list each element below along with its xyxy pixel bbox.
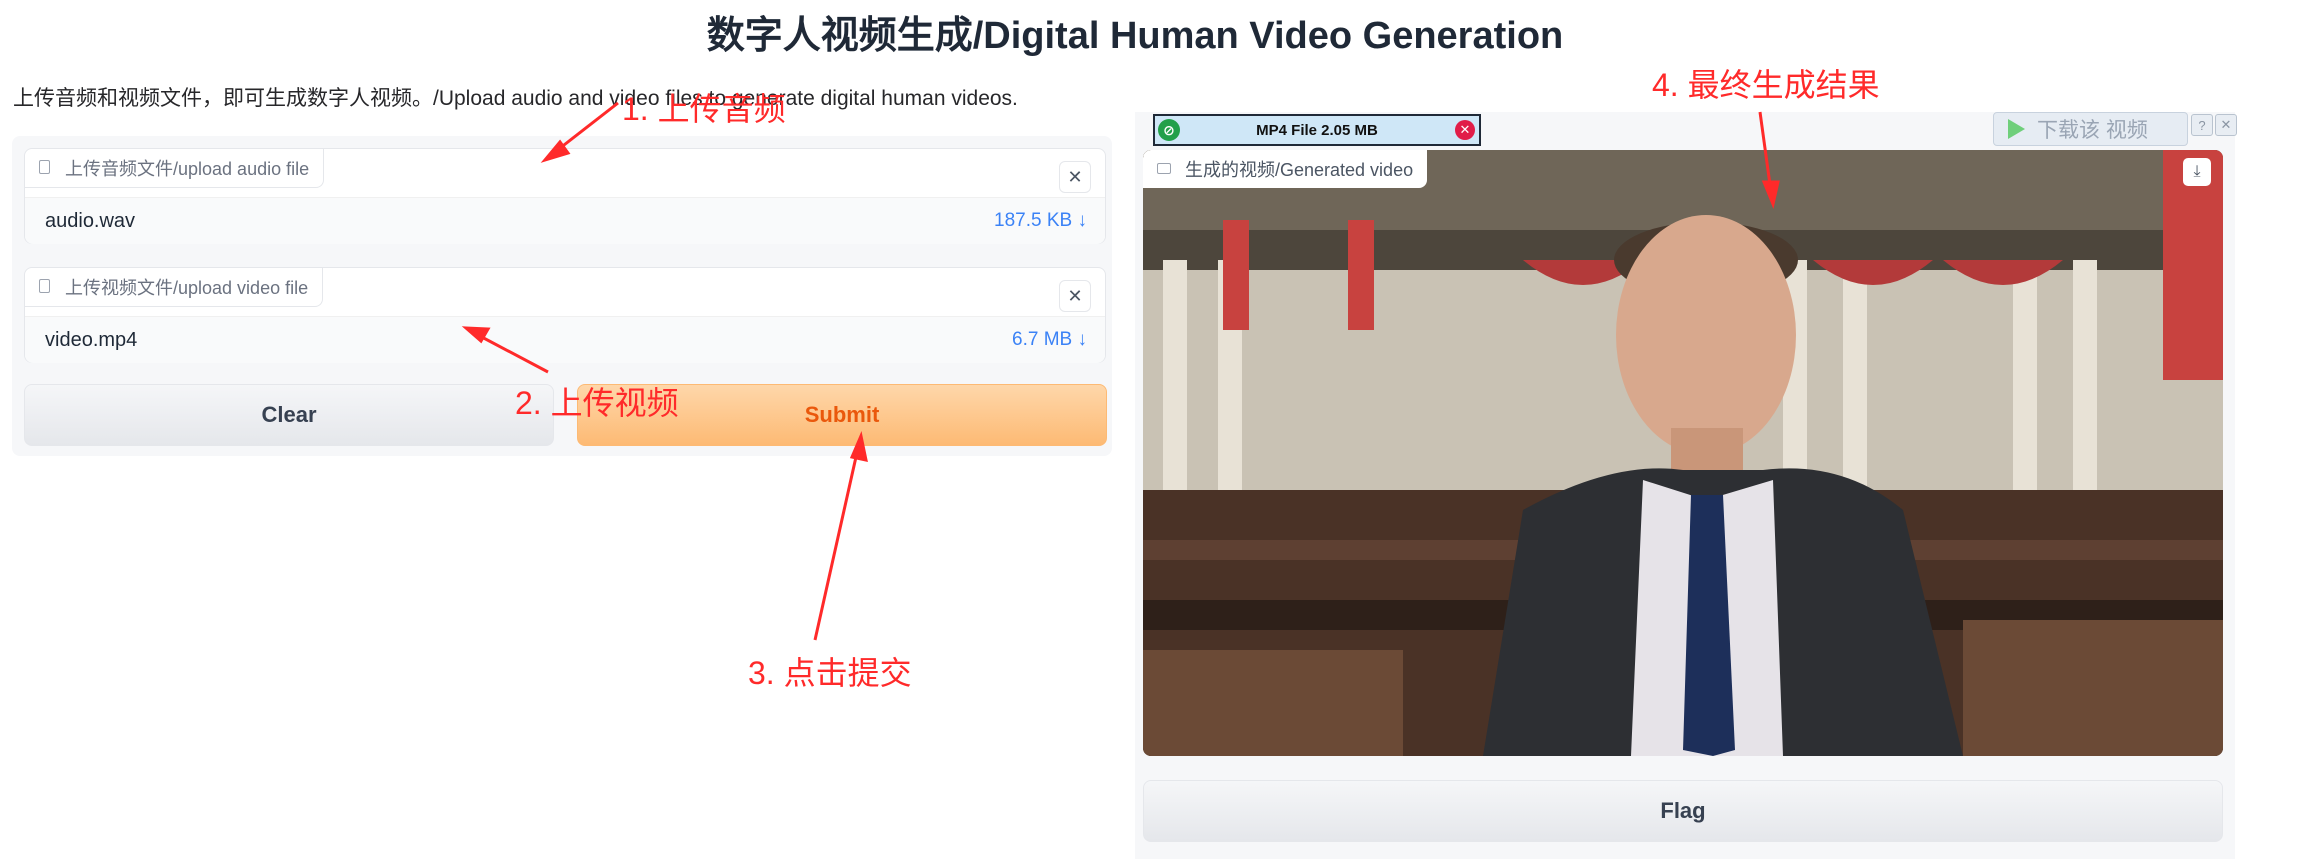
annotation-step-1: 1. 上传音频 bbox=[622, 91, 786, 127]
file-icon bbox=[39, 279, 50, 293]
help-button[interactable]: ? bbox=[2191, 114, 2213, 136]
annotation-step-4: 4. 最终生成结果 bbox=[1652, 67, 1880, 103]
video-file-row: video.mp4 6.7 MB ↓ bbox=[25, 316, 1105, 363]
overlay-close-button[interactable]: ✕ bbox=[2215, 114, 2237, 136]
audio-file-row: audio.wav 187.5 KB ↓ bbox=[25, 197, 1105, 244]
video-upload-label-box: 上传视频文件/upload video file bbox=[25, 268, 324, 307]
download-video-overlay[interactable]: 下载该 视频 bbox=[1993, 112, 2188, 146]
remove-audio-button[interactable]: ✕ bbox=[1059, 161, 1091, 193]
file-icon bbox=[39, 160, 50, 174]
annotation-step-2: 2. 上传视频 bbox=[515, 385, 679, 421]
remove-video-button[interactable]: ✕ bbox=[1059, 280, 1091, 312]
mp4-download-bar[interactable]: ⊘ MP4 File 2.05 MB ✕ bbox=[1153, 114, 1481, 146]
video-upload-label: 上传视频文件/upload video file bbox=[65, 278, 309, 298]
mp4-file-info: MP4 File 2.05 MB bbox=[1256, 121, 1378, 139]
output-panel: 生成的视频/Generated video ⤓ Flag bbox=[1135, 112, 2235, 859]
video-icon bbox=[1157, 163, 1171, 174]
download-icon[interactable]: ⤓ bbox=[2183, 158, 2211, 186]
video-upload[interactable]: 上传视频文件/upload video file ✕ video.mp4 6.7… bbox=[24, 267, 1106, 363]
audio-upload-label: 上传音频文件/upload audio file bbox=[65, 159, 310, 179]
generated-video-player[interactable]: 生成的视频/Generated video ⤓ bbox=[1143, 150, 2223, 756]
close-icon[interactable]: ✕ bbox=[1455, 120, 1475, 140]
audio-file-name: audio.wav bbox=[45, 210, 136, 232]
annotation-step-3: 3. 点击提交 bbox=[748, 655, 912, 691]
page-description: 上传音频和视频文件，即可生成数字人视频。/Upload audio and vi… bbox=[13, 87, 1018, 110]
download-video-label: 下载该 视频 bbox=[2037, 119, 2148, 142]
video-frame bbox=[1143, 150, 2223, 756]
download-manager-icon[interactable]: ⊘ bbox=[1158, 119, 1180, 141]
output-video-label: 生成的视频/Generated video bbox=[1185, 160, 1414, 180]
clear-button[interactable]: Clear bbox=[24, 384, 554, 446]
audio-upload-label-box: 上传音频文件/upload audio file bbox=[25, 149, 325, 188]
video-file-name: video.mp4 bbox=[45, 329, 138, 351]
page-title: 数字人视频生成/Digital Human Video Generation bbox=[706, 15, 1564, 57]
output-video-label-box: 生成的视频/Generated video bbox=[1143, 150, 1428, 188]
audio-file-size-link[interactable]: 187.5 KB ↓ bbox=[994, 210, 1087, 232]
audio-upload[interactable]: 上传音频文件/upload audio file ✕ audio.wav 187… bbox=[24, 148, 1106, 244]
video-file-size-link[interactable]: 6.7 MB ↓ bbox=[1012, 329, 1087, 351]
flag-button[interactable]: Flag bbox=[1143, 780, 2223, 842]
play-icon bbox=[2008, 119, 2025, 139]
